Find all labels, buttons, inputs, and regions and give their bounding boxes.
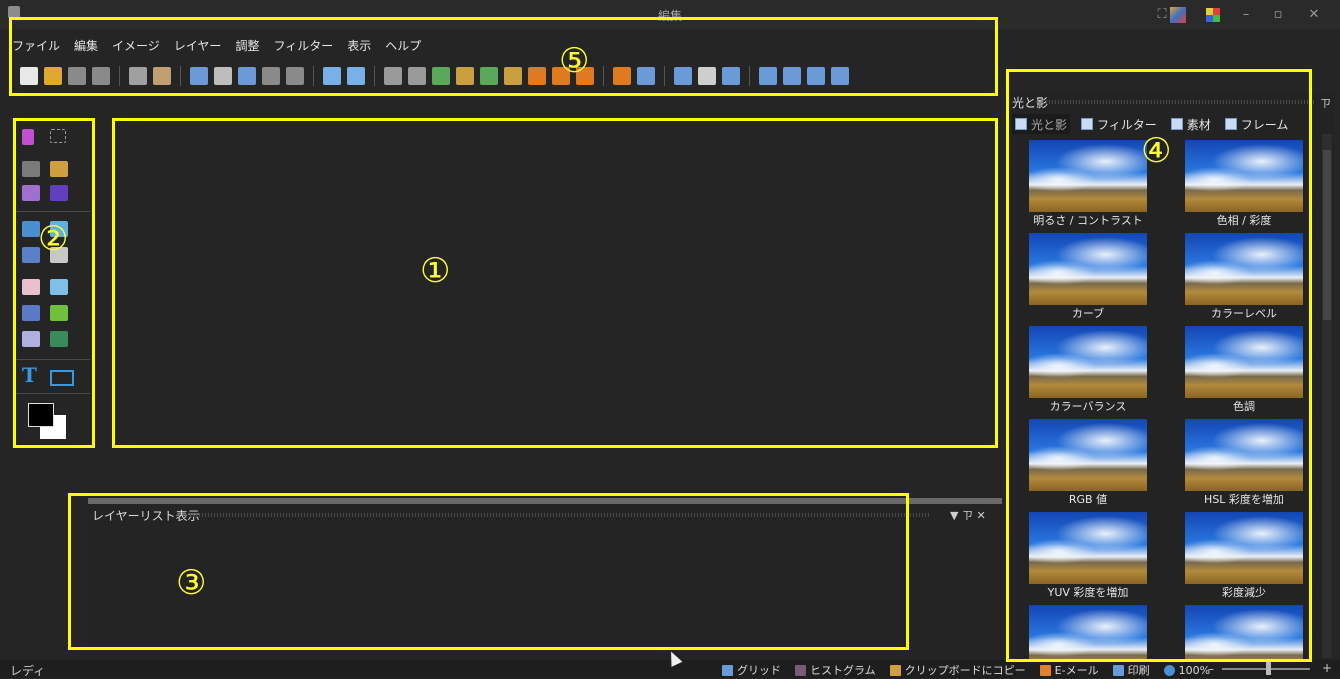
annotation-number-5: ⑤ — [559, 41, 590, 81]
close-button[interactable]: ✕ — [1300, 4, 1328, 26]
histogram-toggle[interactable]: ヒストグラム — [795, 662, 876, 678]
clipboard-icon — [889, 664, 901, 676]
clipboard-label: クリップボードにコピー — [904, 664, 1026, 677]
effects-icon[interactable] — [1170, 7, 1186, 23]
annotation-frame-menu — [9, 17, 998, 96]
magnifier-icon — [1163, 664, 1175, 676]
annotation-frame-canvas — [112, 118, 998, 448]
email-label: E-メール — [1054, 664, 1099, 677]
annotation-number-4: ④ — [1141, 131, 1172, 171]
print-label: 印刷 — [1127, 664, 1150, 677]
minimize-button[interactable]: – — [1232, 4, 1260, 26]
presets-scrollbar-thumb[interactable] — [1323, 150, 1331, 320]
grid-label: グリッド — [737, 664, 781, 677]
annotation-number-2: ② — [38, 219, 69, 259]
annotation-number-1: ① — [420, 251, 451, 291]
histogram-icon — [795, 664, 806, 676]
palette-icon[interactable] — [1206, 8, 1220, 22]
pin-icon[interactable]: ㄗ — [1320, 95, 1331, 111]
histogram-label: ヒストグラム — [810, 664, 876, 677]
copy-clipboard-button[interactable]: クリップボードにコピー — [889, 662, 1026, 678]
print-button[interactable]: 印刷 — [1112, 662, 1150, 678]
email-button[interactable]: E-メール — [1039, 662, 1099, 678]
printer-icon — [1112, 664, 1124, 676]
status-text: レディ — [10, 664, 46, 678]
zoom-out-button[interactable]: – — [1208, 662, 1214, 676]
grid-toggle[interactable]: グリッド — [722, 662, 781, 678]
annotation-frame-tools — [13, 118, 95, 448]
mail-icon — [1039, 664, 1051, 676]
zoom-in-button[interactable]: + — [1322, 661, 1332, 675]
layers-panel-controls[interactable]: ▼ ㄗ ✕ — [950, 507, 986, 523]
zoom-level: 100% — [1178, 663, 1211, 677]
status-actions: グリッド ヒストグラム クリップボードにコピー E-メール 印刷 100% — [722, 662, 1210, 678]
zoom-slider-handle[interactable] — [1266, 662, 1271, 675]
zoom-readout: 100% — [1163, 663, 1211, 677]
annotation-number-3: ③ — [176, 563, 207, 603]
restore-button[interactable]: ▫ — [1264, 4, 1292, 26]
grid-icon — [722, 664, 733, 676]
